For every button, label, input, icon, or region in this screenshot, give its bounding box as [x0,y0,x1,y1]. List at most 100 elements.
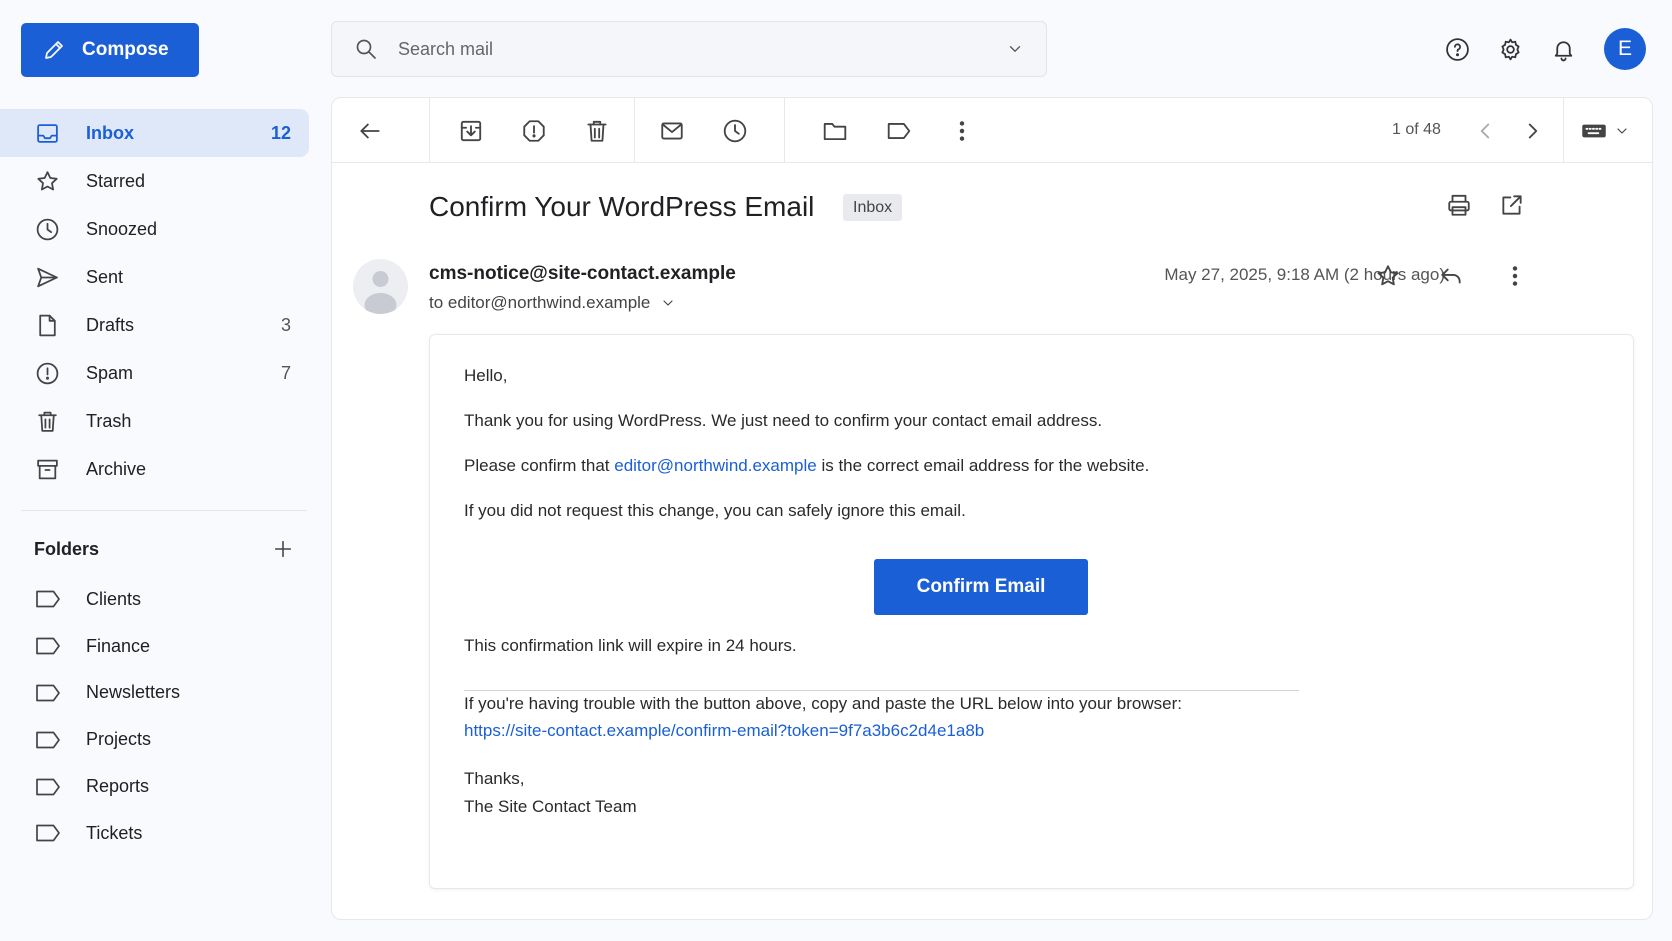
folder-label: Newsletters [86,682,181,703]
label-icon [35,776,61,798]
label-icon [35,682,61,704]
folders-header: Folders [34,537,294,561]
spam-count: 7 [280,362,291,383]
sender-avatar [353,259,408,314]
inbox-icon [35,121,60,146]
snooze-icon[interactable] [722,118,748,144]
mark-unread-icon[interactable] [659,118,685,144]
help-icon[interactable] [1445,37,1470,62]
folder-item-tickets[interactable]: Tickets [0,810,309,857]
folder-item-reports[interactable]: Reports [0,763,309,810]
sidebar-divider [21,510,307,511]
star-icon[interactable] [1375,263,1401,289]
archive-icon[interactable] [458,118,484,144]
top-bar-actions: E [1445,28,1646,70]
confirm-url-link[interactable]: https://site-contact.example/confirm-ema… [464,721,984,740]
open-in-new-window-icon[interactable] [1499,192,1525,218]
greeting: Hello, [464,366,508,385]
body-paragraph: Thank you for using WordPress. We just n… [464,411,1103,430]
folder-label: Clients [86,588,142,609]
sidebar-item-snoozed[interactable]: Snoozed [0,205,309,253]
sidebar-item-label: Snoozed [86,218,158,239]
confirm-email-button[interactable]: Confirm Email [874,559,1088,615]
recipient-text: to editor@northwind.example [429,293,651,312]
pagination-text: 1 of 48 [1392,121,1441,138]
label-icon [35,588,61,610]
star-icon [35,169,60,194]
body-paragraph: Please confirm that editor@northwind.exa… [464,456,1149,476]
folder-label: Projects [86,729,152,750]
chevron-right-icon[interactable] [1520,118,1546,144]
sidebar-item-spam[interactable]: Spam 7 [0,349,309,397]
sidebar-item-label: Starred [86,170,146,191]
more-vertical-icon[interactable] [1502,263,1528,289]
label-icon[interactable] [886,118,912,144]
sidebar-nav: Inbox 12 Starred Snoozed Sent Drafts 3 S… [0,109,309,493]
message-toolbar: 1 of 48 [332,98,1652,163]
label-icon [35,729,61,751]
folder-item-clients[interactable]: Clients [0,576,309,623]
trash-icon [35,409,60,434]
email-subject: Confirm Your WordPress Email [429,191,815,222]
sidebar-item-sent[interactable]: Sent [0,253,309,301]
search-input[interactable] [398,38,988,60]
sidebar-item-drafts[interactable]: Drafts 3 [0,301,309,349]
text-segment: Please confirm that [464,456,615,475]
sidebar-item-label: Trash [86,410,132,431]
sidebar-item-label: Inbox [86,122,134,143]
compose-button[interactable]: Compose [21,23,199,77]
email-address-link[interactable]: editor@northwind.example [614,456,816,475]
sidebar-item-label: Spam [86,362,134,383]
text-segment: is the correct email address for the web… [816,456,1150,475]
alert-circle-icon [35,361,60,386]
archive-icon [35,457,60,482]
sidebar-item-archive[interactable]: Archive [0,445,309,493]
sidebar-item-trash[interactable]: Trash [0,397,309,445]
pencil-icon [42,38,66,62]
email-body: Hello, Thank you for using WordPress. We… [429,334,1634,889]
gear-icon[interactable] [1498,37,1523,62]
toolbar-divider [1563,98,1564,163]
report-spam-icon[interactable] [521,118,547,144]
chevron-left-icon[interactable] [1472,118,1498,144]
toolbar-divider [634,98,635,163]
keyboard-icon[interactable] [1581,118,1607,144]
search-icon[interactable] [354,37,378,61]
folder-item-finance[interactable]: Finance [0,623,309,670]
inbox-label-badge[interactable]: Inbox [843,194,903,221]
sidebar-item-starred[interactable]: Starred [0,157,309,205]
sidebar-item-label: Archive [86,458,147,479]
expiry-note: This confirmation link will expire in 24… [464,636,797,655]
user-avatar[interactable]: E [1604,28,1646,70]
signature: The Site Contact Team [464,797,637,816]
sidebar-item-inbox[interactable]: Inbox 12 [0,109,309,157]
folder-item-newsletters[interactable]: Newsletters [0,670,309,717]
plus-icon[interactable] [272,538,294,560]
more-vertical-icon[interactable] [949,118,975,144]
email-date: May 27, 2025, 9:18 AM (2 hours ago) [1164,265,1445,284]
folder-item-projects[interactable]: Projects [0,716,309,763]
recipient-line[interactable]: to editor@northwind.example [429,293,676,313]
folder-list: Clients Finance Newsletters Projects Rep… [0,576,309,857]
toolbar-divider [784,98,785,163]
label-icon [35,635,61,657]
sender-address: cms-notice@site-contact.example [429,263,736,284]
back-arrow-icon[interactable] [357,118,383,144]
reply-icon[interactable] [1438,263,1464,289]
clock-icon [35,217,60,242]
chevron-down-icon[interactable] [1614,118,1630,144]
folder-label: Tickets [86,822,143,843]
unread-count: 12 [270,122,291,143]
file-icon [35,313,60,338]
print-icon[interactable] [1446,192,1472,218]
sidebar-item-label: Sent [86,266,124,287]
folder-label: Finance [86,635,151,656]
bell-icon[interactable] [1551,37,1576,62]
move-to-folder-icon[interactable] [822,118,848,144]
compose-label: Compose [82,39,169,60]
label-icon [35,822,61,844]
chevron-down-icon[interactable] [660,295,676,311]
chevron-down-icon[interactable] [1006,40,1024,58]
drafts-count: 3 [280,314,291,335]
delete-icon[interactable] [584,118,610,144]
